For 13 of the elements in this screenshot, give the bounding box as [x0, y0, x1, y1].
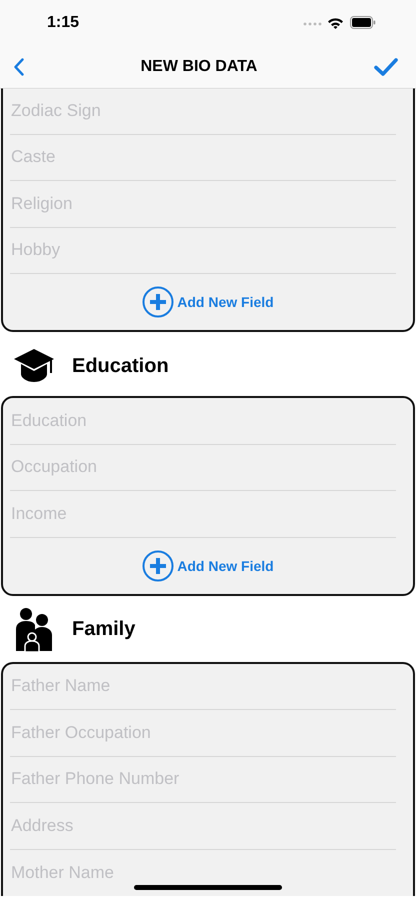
add-field-button[interactable]: Add New Field [142, 274, 274, 330]
status-time: 1:15 [47, 14, 80, 32]
graduation-cap-icon [12, 347, 56, 385]
battery-icon [350, 16, 376, 29]
signal-icon [303, 20, 323, 26]
add-field-button[interactable]: Add New Field [142, 538, 274, 594]
nav-title: NEW BIO DATA [140, 58, 258, 76]
section-title: Family [72, 618, 136, 641]
plus-circle-icon [142, 286, 174, 318]
plus-circle-icon [142, 550, 174, 582]
wifi-icon [327, 16, 344, 28]
family-icon [13, 606, 55, 652]
section-title: Education [72, 354, 169, 378]
